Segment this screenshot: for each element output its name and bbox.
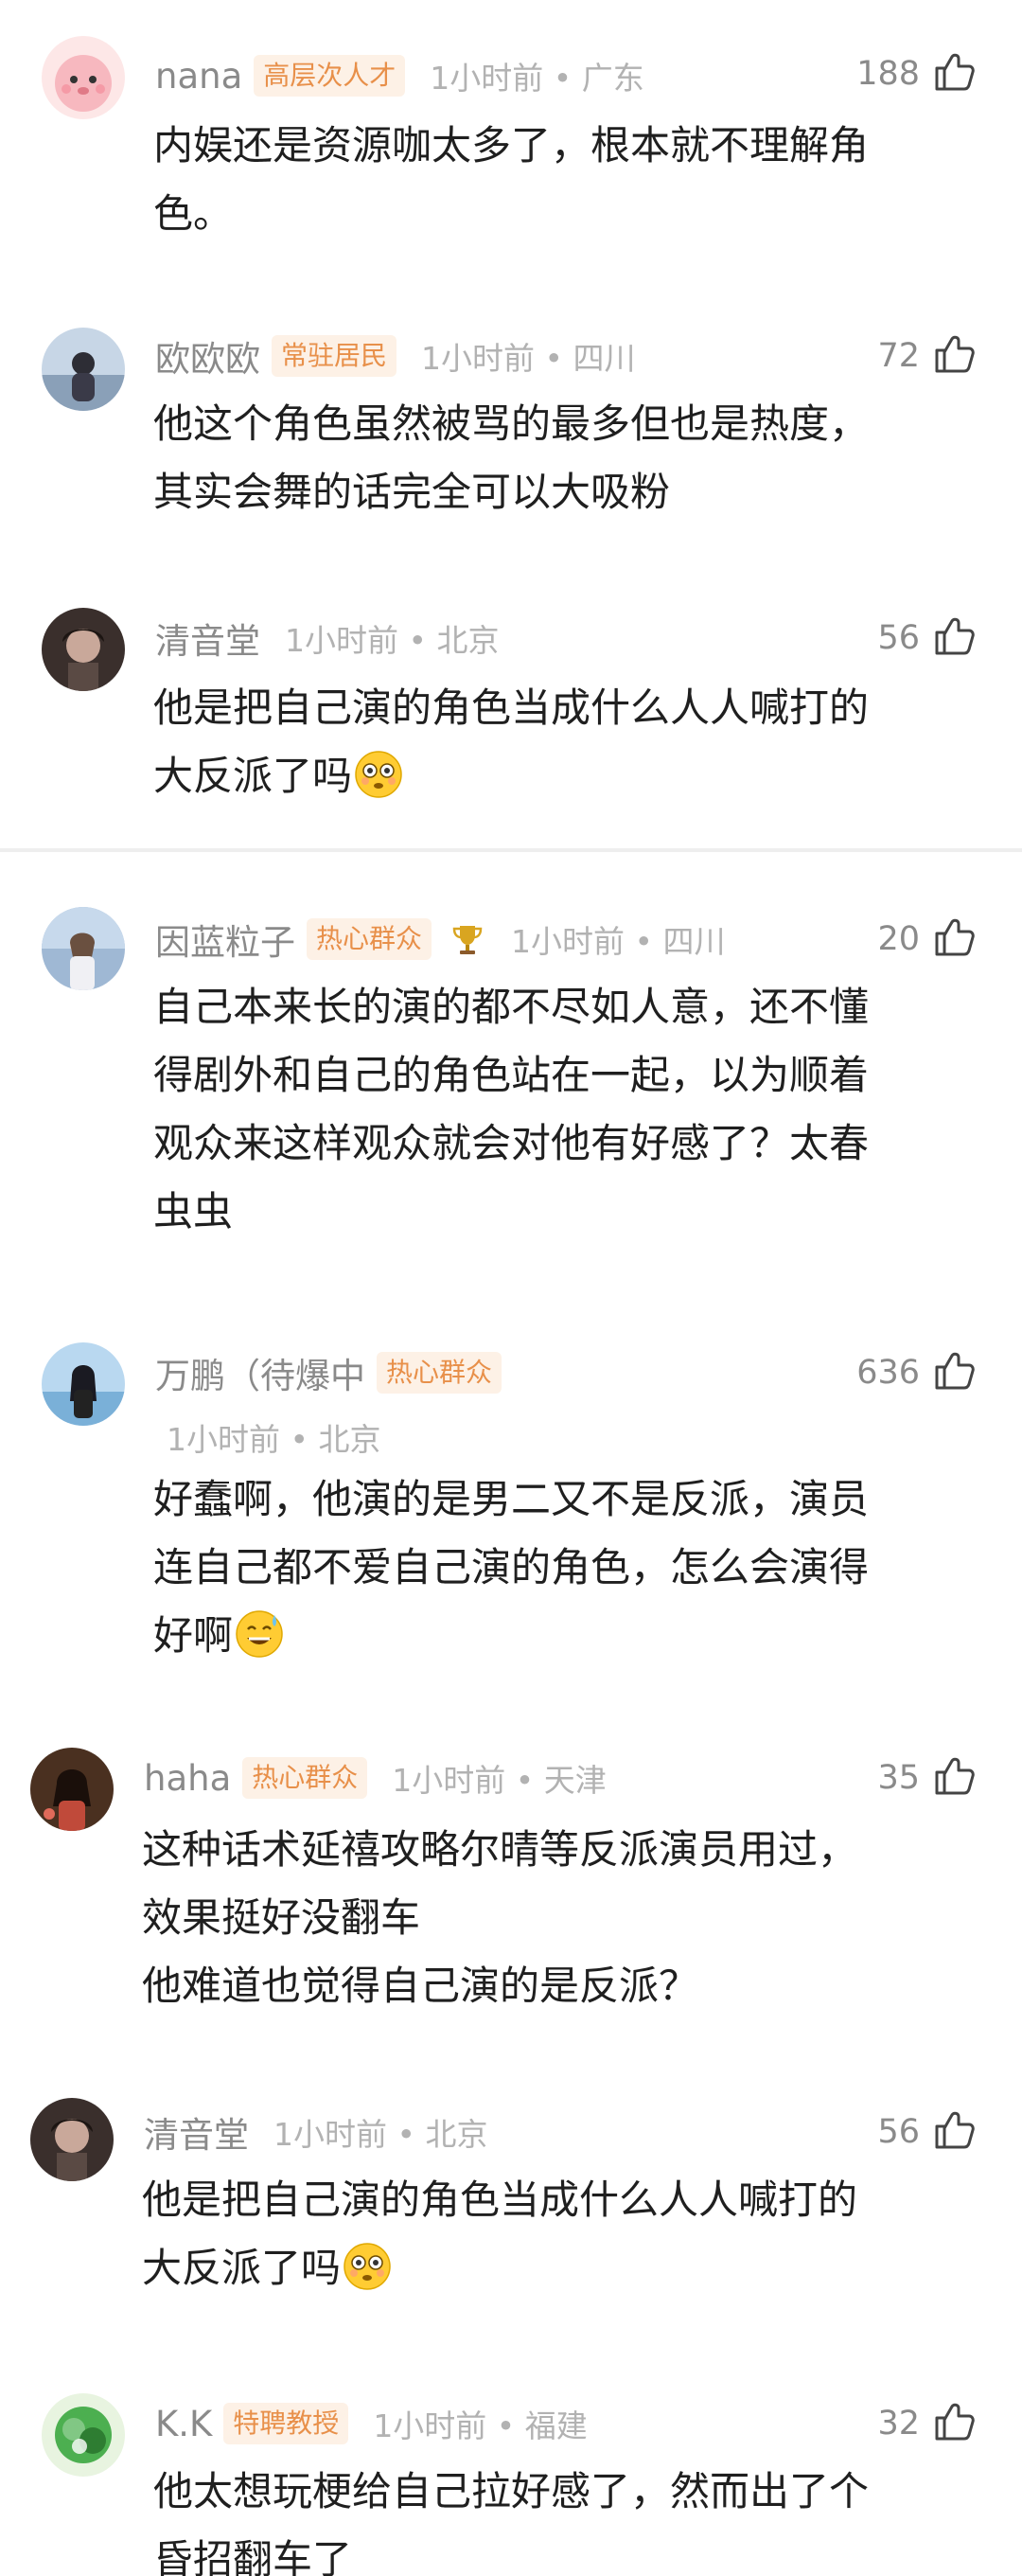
comment-time-location: 1小时前 • 四川: [511, 923, 726, 960]
comment-time-location: 1小时前 • 北京: [285, 622, 500, 659]
username[interactable]: 欧欧欧: [155, 330, 260, 382]
grinning-sweat-emoji: [235, 1609, 284, 1659]
like-button[interactable]: 188: [856, 45, 977, 102]
avatar[interactable]: [42, 2393, 125, 2477]
thumbs-up-icon: [931, 613, 977, 663]
avatar[interactable]: [42, 608, 125, 691]
flushed-face-emoji: [343, 2242, 392, 2291]
comment-text: 好蠢啊，他演的是男二又不是反派，演员 连自己都不爱自己演的角色，怎么会演得 好啊: [153, 1466, 984, 1670]
like-count: 56: [877, 2113, 920, 2151]
user-badge: 高层次人才: [254, 55, 406, 97]
username[interactable]: 清音堂: [155, 613, 260, 664]
comment-text-body: 他是把自己演的角色当成什么人人喊打的 大反派了吗: [153, 684, 870, 799]
like-button[interactable]: 72: [877, 328, 977, 384]
comment-meta: 欧欧欧 常驻居民 1小时前 • 四川: [155, 328, 635, 384]
user-badge: 热心群众: [242, 1757, 368, 1799]
thumbs-up-icon: [931, 331, 977, 381]
user-badge: 特聘教授: [223, 2403, 349, 2444]
avatar[interactable]: [42, 36, 125, 119]
section-divider: [0, 848, 1022, 852]
avatar[interactable]: [30, 1748, 114, 1831]
like-count: 32: [877, 2405, 920, 2443]
comment-time-location: 1小时前 • 北京: [273, 2116, 488, 2153]
comment-time-location: 1小时前 • 北京: [167, 1421, 381, 1458]
like-button[interactable]: 35: [877, 1750, 977, 1806]
comment-text: 自己本来长的演的都不尽如人意，还不懂 得剧外和自己的角色站在一起，以为顺着 观众…: [153, 984, 870, 1235]
comment-text: 他这个角色虽然被骂的最多但也是热度， 其实会舞的话完全可以大吸粉: [153, 400, 870, 515]
avatar[interactable]: [42, 1342, 125, 1426]
comment-meta: 因蓝粒子 热心群众 1小时前 • 四川: [155, 911, 725, 968]
thumbs-up-icon: [931, 2399, 977, 2448]
comment-time-location: 1小时前 • 福建: [373, 2407, 588, 2444]
comment-text-body: 他是把自己演的角色当成什么人人喊打的 大反派了吗: [142, 2176, 858, 2291]
username[interactable]: K.K: [155, 2404, 212, 2444]
like-count: 20: [877, 920, 920, 958]
comment-meta: haha 热心群众 1小时前 • 天津: [144, 1750, 607, 1806]
username[interactable]: 万鹏（待爆中: [155, 1347, 365, 1398]
like-button[interactable]: 20: [877, 911, 977, 968]
thumbs-up-icon: [931, 1348, 977, 1397]
user-badge: 常驻居民: [272, 335, 397, 377]
comment-time-location: 1小时前 • 天津: [392, 1762, 607, 1799]
like-button[interactable]: 32: [877, 2395, 977, 2452]
comment-text: 他是把自己演的角色当成什么人人喊打的 大反派了吗: [142, 2166, 984, 2302]
like-count: 72: [877, 337, 920, 375]
comment-meta: 清音堂 1小时前 • 北京: [155, 610, 499, 666]
comment-text: 他太想玩梗给自己拉好感了，然而出了个 昏招翻车了: [153, 2468, 870, 2576]
like-count: 636: [856, 1354, 920, 1392]
like-button[interactable]: 56: [877, 2104, 977, 2160]
username[interactable]: 因蓝粒子: [155, 914, 295, 965]
avatar[interactable]: [42, 328, 125, 411]
flushed-face-emoji: [354, 750, 403, 799]
trophy-icon: [449, 920, 486, 958]
comment-time-location: 1小时前 • 四川: [421, 340, 636, 377]
like-count: 188: [856, 55, 920, 93]
thumbs-up-icon: [931, 1753, 977, 1803]
user-badge: 热心群众: [307, 918, 432, 960]
username[interactable]: nana: [155, 56, 242, 97]
username[interactable]: 清音堂: [144, 2106, 249, 2158]
comment-text: 他是把自己演的角色当成什么人人喊打的 大反派了吗: [153, 674, 984, 810]
user-badge: 热心群众: [377, 1352, 502, 1394]
like-button[interactable]: 636: [856, 1344, 977, 1401]
comment-meta: nana 高层次人才 1小时前 • 广东: [155, 47, 644, 104]
thumbs-up-icon: [931, 49, 977, 98]
avatar[interactable]: [42, 907, 125, 990]
like-count: 35: [877, 1759, 920, 1797]
thumbs-up-icon: [931, 915, 977, 964]
comment-text: 内娱还是资源咖太多了，根本就不理解角 色。: [153, 122, 870, 237]
like-button[interactable]: 56: [877, 610, 977, 666]
avatar[interactable]: [30, 2098, 114, 2181]
comment-meta: 万鹏（待爆中 热心群众: [155, 1344, 502, 1401]
comment-text: 这种话术延禧攻略尔晴等反派演员用过， 效果挺好没翻车 他难道也觉得自己演的是反派…: [142, 1826, 858, 2009]
like-count: 56: [877, 619, 920, 657]
comment-meta: K.K 特聘教授 1小时前 • 福建: [155, 2395, 588, 2452]
comment-meta: 清音堂 1小时前 • 北京: [144, 2104, 487, 2160]
username[interactable]: haha: [144, 1758, 231, 1799]
thumbs-up-icon: [931, 2107, 977, 2157]
comment-time-location: 1小时前 • 广东: [430, 60, 644, 97]
